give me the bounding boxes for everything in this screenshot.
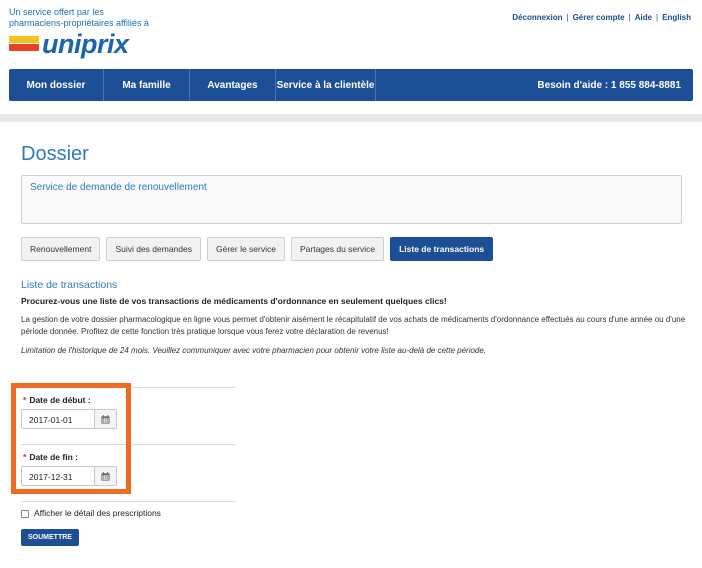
header-tagline: Un service offert par les pharmaciens-pr… (9, 7, 149, 28)
link-separator: | (656, 13, 659, 22)
nav-item-avantages[interactable]: Avantages (190, 69, 276, 101)
nav-item-service-clientele[interactable]: Service à la clientèle (276, 69, 376, 101)
link-separator: | (566, 13, 569, 22)
divider-strip (0, 114, 702, 122)
page-title: Dossier (21, 143, 89, 165)
logo-yellow-stripe (9, 36, 39, 43)
logo-wordmark: uniprix (42, 29, 129, 59)
section-title: Liste de transactions (21, 279, 118, 291)
tab-gerer-service[interactable]: Gérer le service (206, 237, 285, 261)
top-links: Déconnexion | Gérer compte | Aide | English (512, 13, 691, 22)
uniprix-logo[interactable]: uniprix (9, 29, 139, 63)
help-link[interactable]: Aide (635, 13, 652, 22)
show-prescription-detail-label[interactable]: Afficher le détail des prescriptions (34, 508, 161, 518)
show-prescription-detail-checkbox[interactable] (21, 510, 29, 518)
english-link[interactable]: English (662, 13, 691, 22)
tab-partages-service[interactable]: Partages du service (290, 237, 385, 261)
history-limit-note: Limitation de l'historique de 24 mois. V… (21, 346, 487, 355)
main-navbar: Mon dossier Ma famille Avantages Service… (9, 69, 693, 101)
tab-liste-transactions[interactable]: Liste de transactions (390, 237, 494, 261)
service-panel: Service de demande de renouvellement (21, 175, 682, 224)
submit-button[interactable]: SOUMETTRE (21, 529, 79, 546)
nav-item-ma-famille[interactable]: Ma famille (104, 69, 190, 101)
service-panel-title: Service de demande de renouvellement (30, 182, 207, 193)
tab-suivi-demandes[interactable]: Suivi des demandes (106, 237, 201, 261)
logout-link[interactable]: Déconnexion (512, 13, 562, 22)
section-lead: Procurez-vous une liste de vos transacti… (21, 296, 447, 306)
date-fields-highlight (11, 383, 131, 494)
manage-account-link[interactable]: Gérer compte (573, 13, 625, 22)
form-divider (21, 501, 236, 502)
help-phone: Besoin d'aide : 1 855 884-8881 (537, 79, 681, 91)
nav-item-mon-dossier[interactable]: Mon dossier (9, 69, 104, 101)
tab-renouvellement[interactable]: Renouvellement (21, 237, 101, 261)
logo-red-stripe (9, 44, 39, 51)
service-tabs: Renouvellement Suivi des demandes Gérer … (21, 237, 494, 261)
section-paragraph: La gestion de votre dossier pharmacologi… (21, 315, 686, 336)
link-separator: | (628, 13, 631, 22)
